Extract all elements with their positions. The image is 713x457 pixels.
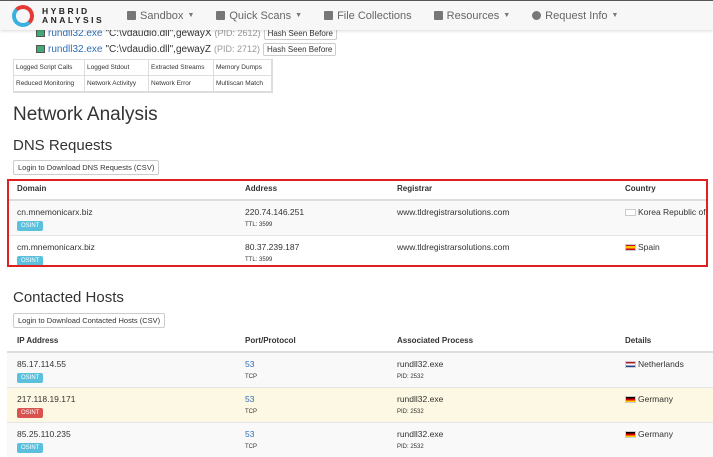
col-header: Details [615, 332, 713, 352]
registrar: www.tldregistrarsolutions.com [387, 200, 615, 236]
nav-file-collections[interactable]: File Collections [324, 10, 412, 22]
filter-logged-stdout[interactable]: Logged Stdout [85, 60, 149, 76]
hash-seen-button[interactable]: Hash Seen Before [263, 43, 336, 56]
nav-sandbox[interactable]: Sandbox ▼ [127, 10, 194, 22]
process-item: rundll32.exe"C:\vdaudio.dll",gewayZ (PID:… [36, 42, 337, 56]
flag-de-icon [625, 396, 636, 403]
ttl: TTL: 3599 [245, 222, 387, 228]
port-link[interactable]: 53 [245, 394, 387, 404]
nav-quick-scans[interactable]: Quick Scans ▼ [216, 10, 302, 22]
nav-label: Sandbox [140, 10, 183, 22]
registrar: www.tldregistrarsolutions.com [387, 236, 615, 271]
pid: PID: 2532 [397, 444, 615, 450]
caret-down-icon: ▼ [187, 12, 194, 19]
file-icon [216, 11, 225, 20]
osint-badge[interactable]: OSINT [17, 443, 43, 453]
exe-icon [36, 29, 45, 37]
process-link[interactable]: rundll32.exe [48, 44, 102, 55]
osint-badge[interactable]: OSINT [17, 373, 43, 383]
filter-memory-dumps[interactable]: Memory Dumps [214, 60, 272, 76]
col-header: Country [615, 180, 708, 200]
port-link[interactable]: 53 [245, 359, 387, 369]
protocol: TCP [245, 409, 387, 415]
col-header: Registrar [387, 180, 615, 200]
address: 80.37.239.187 [245, 242, 387, 252]
nav-label: File Collections [337, 10, 412, 22]
download-hosts-button[interactable]: Login to Download Contacted Hosts (CSV) [13, 313, 165, 328]
nav-request-info[interactable]: Request Info ▼ [532, 10, 618, 22]
domain: cm.mnemonicarx.biz [17, 242, 235, 252]
filter-multiscan-match[interactable]: Multiscan Match [214, 76, 272, 92]
folder-icon [434, 11, 443, 20]
protocol: TCP [245, 444, 387, 450]
flag-es-icon [625, 244, 636, 251]
nav-label: Request Info [545, 10, 607, 22]
caret-down-icon: ▼ [295, 12, 302, 19]
country: Germany [638, 394, 673, 404]
address: 220.74.146.251 [245, 207, 387, 217]
table-row: 85.25.110.235 OSINT 53 TCP rundll32.exe PID: … [7, 423, 713, 457]
logo-ring-icon [12, 5, 34, 27]
process: rundll32.exe [397, 359, 615, 369]
process: rundll32.exe [397, 429, 615, 439]
process-pid: (PID: 2712) [214, 44, 260, 54]
ip-address: 85.25.110.235 [17, 429, 235, 439]
logo-text: ANALYSIS [42, 16, 104, 25]
flag-kr-icon [625, 209, 636, 216]
pid: PID: 2532 [397, 374, 615, 380]
filter-logged-script-calls[interactable]: Logged Script Calls [14, 60, 85, 76]
filter-extracted-streams[interactable]: Extracted Streams [149, 60, 214, 76]
filter-reduced-monitoring[interactable]: Reduced Monitoring [14, 76, 85, 92]
domain: cn.mnemonicarx.biz [17, 207, 235, 217]
col-header: IP Address [7, 332, 235, 352]
flag-nl-icon [625, 361, 636, 368]
pid: PID: 2532 [397, 409, 615, 415]
table-row: 217.118.19.171 OSINT 53 TCP rundll32.exe PID:… [7, 388, 713, 423]
page-title: Network Analysis [13, 104, 158, 126]
process-args: "C:\vdaudio.dll",gewayZ [105, 44, 210, 55]
osint-badge-malicious[interactable]: OSINT [17, 408, 43, 418]
files-icon [324, 11, 333, 20]
nav-label: Quick Scans [229, 10, 291, 22]
country: Spain [638, 242, 660, 252]
ip-address: 217.118.19.171 [17, 394, 235, 404]
process-tree: rundll32.exe"C:\vdaudio.dll",gewayX(PID:… [36, 26, 337, 58]
nav-resources[interactable]: Resources▼ [434, 10, 511, 22]
download-dns-button[interactable]: Login to Download DNS Requests (CSV) [13, 160, 159, 175]
ttl: TTL: 3599 [245, 257, 387, 263]
protocol: TCP [245, 374, 387, 380]
dns-title: DNS Requests [13, 137, 112, 154]
filter-network-activity[interactable]: Network Activityy [85, 76, 149, 92]
col-header: Port/Protocol [235, 332, 387, 352]
question-icon [532, 11, 541, 20]
table-row: cn.mnemonicarx.biz OSINT 220.74.146.251 TTL… [7, 200, 708, 236]
osint-badge[interactable]: OSINT [17, 221, 43, 231]
caret-down-icon: ▼ [503, 12, 510, 19]
logo[interactable]: HYBRIDANALYSIS [12, 5, 127, 27]
nav-label: Resources [447, 10, 500, 22]
exe-icon [36, 45, 45, 53]
port-link[interactable]: 53 [245, 429, 387, 439]
caret-down-icon: ▼ [612, 12, 619, 19]
hosts-table: IP AddressPort/ProtocolAssociated Proces… [7, 332, 713, 457]
table-row: cm.mnemonicarx.biz OSINT 80.37.239.187 TTL:… [7, 236, 708, 271]
table-row: 85.17.114.55 OSINT 53 TCP rundll32.exe PID: 2… [7, 352, 713, 388]
country: Netherlands [638, 359, 684, 369]
country: Korea Republic of [638, 207, 706, 217]
flag-de-icon [625, 431, 636, 438]
top-navbar: HYBRIDANALYSIS Sandbox ▼ Quick Scans ▼ Fil… [0, 0, 713, 30]
osint-badge[interactable]: OSINT [17, 256, 43, 266]
hosts-title: Contacted Hosts [13, 289, 124, 306]
country: Germany [638, 429, 673, 439]
process: rundll32.exe [397, 394, 615, 404]
cube-icon [127, 11, 136, 20]
filter-network-error[interactable]: Network Error [149, 76, 214, 92]
dns-table: DomainAddressRegistrarCountry cn.mnemoni… [7, 180, 708, 270]
filter-grid: Logged Script Calls Logged Stdout Extrac… [13, 59, 273, 93]
ip-address: 85.17.114.55 [17, 359, 235, 369]
col-header: Associated Process [387, 332, 615, 352]
col-header: Address [235, 180, 387, 200]
col-header: Domain [7, 180, 235, 200]
